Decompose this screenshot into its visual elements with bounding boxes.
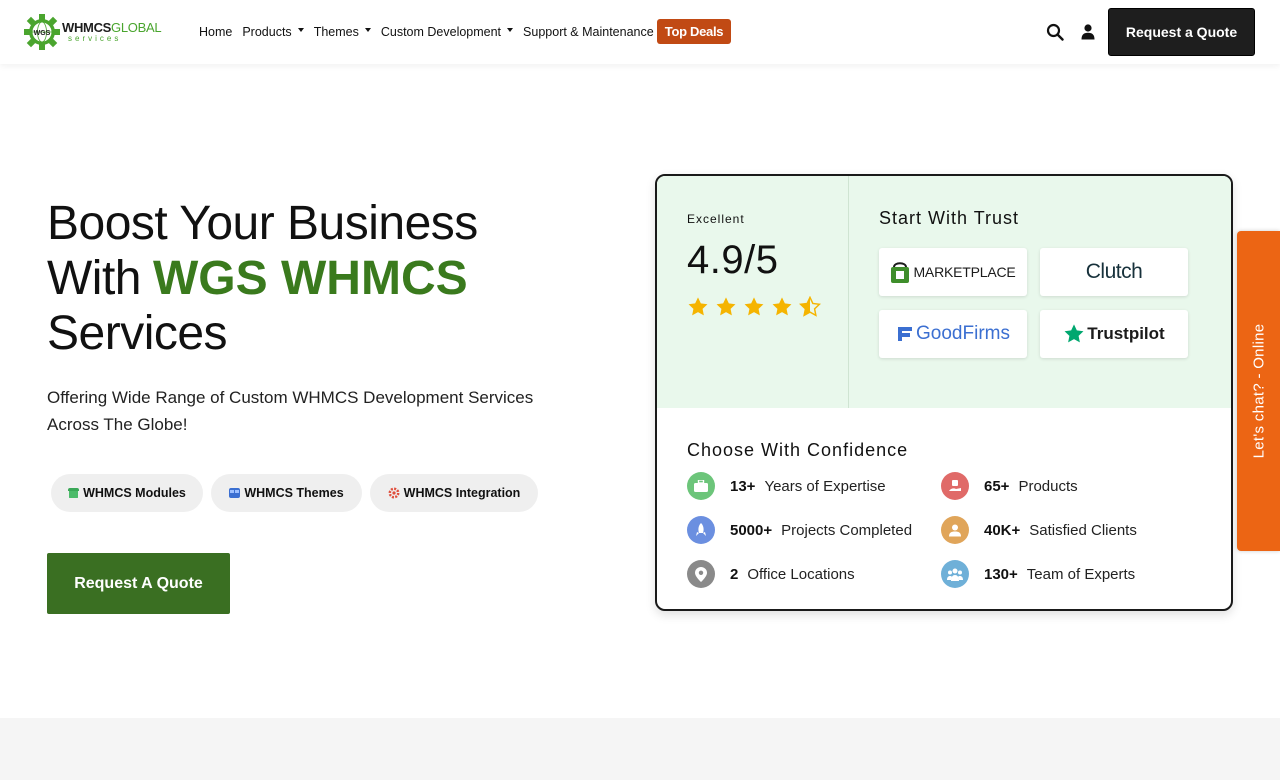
stat-office-locations: 2 Office Locations (687, 560, 855, 588)
hero-subtitle-line1: Offering Wide Range of Custom WHMCS Deve… (47, 388, 534, 407)
logo-brand-accent: GLOBAL (111, 20, 162, 35)
stat-label: Satisfied Clients (1029, 521, 1137, 539)
chevron-down-icon (297, 28, 304, 32)
badge-marketplace[interactable]: MARKETPLACE (879, 248, 1027, 296)
hero-title: Boost Your Business With WGS WHMCS Servic… (47, 196, 478, 361)
pill-whmcs-modules-label: WHMCS Modules (83, 486, 186, 500)
hero-title-accent: WGS WHMCS (153, 252, 468, 305)
hero-title-line1: Boost Your Business (47, 197, 478, 250)
stat-team-experts: 130+ Team of Experts (941, 560, 1135, 588)
site-header: WGS WHMCSGLOBAL services Home Products T… (0, 0, 1280, 64)
nav-products-label: Products (242, 25, 292, 39)
badge-goodfirms[interactable]: GoodFirms (879, 310, 1027, 358)
briefcase-icon (687, 472, 715, 500)
rating-label: Excellent (687, 212, 745, 226)
badge-clutch-label: Clutch (1085, 260, 1143, 283)
stat-projects-completed: 5000+ Projects Completed (687, 516, 912, 544)
live-chat-tab[interactable]: Let's chat? - Online (1237, 231, 1280, 551)
stat-num: 2 (730, 565, 739, 583)
trust-card-divider (848, 176, 849, 408)
main-nav: Home Products Themes Custom Development … (199, 22, 664, 42)
team-icon (941, 560, 969, 588)
nav-home-label: Home (199, 25, 233, 39)
rocket-icon (687, 516, 715, 544)
stat-num: 40K+ (984, 521, 1021, 539)
stat-label: Team of Experts (1026, 565, 1136, 583)
badge-marketplace-label: MARKETPLACE (913, 264, 1016, 280)
pill-whmcs-themes-label: WHMCS Themes (244, 486, 344, 500)
nav-themes[interactable]: Themes (314, 22, 371, 42)
pill-whmcs-integration[interactable]: WHMCS Integration (370, 474, 538, 512)
nav-home[interactable]: Home (199, 22, 232, 42)
hero-title-line2-prefix: With (47, 252, 142, 305)
star-icon (688, 297, 708, 316)
nav-support-maintenance[interactable]: Support & Maintenance (523, 22, 654, 42)
nav-custom-development[interactable]: Custom Development (380, 22, 514, 42)
user-icon[interactable] (1081, 24, 1095, 40)
logo-gear-text: WGS (34, 30, 51, 37)
request-quote-hero-button[interactable]: Request A Quote (47, 553, 230, 614)
pill-whmcs-integration-label: WHMCS Integration (403, 486, 521, 500)
pill-whmcs-modules[interactable]: WHMCS Modules (51, 474, 203, 512)
star-icon (744, 297, 764, 316)
star-half-icon (799, 296, 821, 317)
star-icon (772, 297, 792, 316)
star-icon (716, 297, 736, 316)
stat-num: 5000+ (730, 521, 773, 539)
choose-with-confidence-title: Choose With Confidence (687, 440, 909, 460)
stat-num: 130+ (984, 565, 1018, 583)
hand-product-icon (941, 472, 969, 500)
hero-subtitle: Offering Wide Range of Custom WHMCS Deve… (47, 384, 587, 438)
trustpilot-star-icon (1064, 324, 1084, 343)
theme-icon (229, 488, 241, 498)
badge-trustpilot-label: Trustpilot (1087, 324, 1165, 343)
stat-satisfied-clients: 40K+ Satisfied Clients (941, 516, 1137, 544)
start-with-trust-title: Start With Trust (879, 208, 1020, 228)
location-pin-icon (687, 560, 715, 588)
trust-card: Excellent 4.9/5 Start With Trust MARKETP… (655, 174, 1233, 611)
rating-score: 4.9/5 (687, 238, 779, 282)
integration-icon (388, 487, 400, 499)
request-quote-header-button[interactable]: Request a Quote (1108, 8, 1255, 56)
badge-clutch[interactable]: Clutch (1040, 248, 1188, 296)
module-icon (68, 488, 80, 498)
site-logo[interactable]: WGS WHMCSGLOBAL services (24, 10, 164, 54)
badge-goodfirms-label: GoodFirms (916, 323, 1010, 344)
nav-custom-development-label: Custom Development (380, 25, 502, 39)
stat-num: 65+ (984, 477, 1010, 495)
live-chat-label: Let's chat? - Online (1250, 323, 1267, 459)
stat-label: Products (1018, 477, 1078, 495)
stat-label: Projects Completed (781, 521, 913, 539)
logo-brand: WHMCS (62, 20, 112, 35)
gear-globe-logo-icon: WGS (24, 14, 60, 50)
nav-support-label: Support & Maintenance (523, 25, 654, 39)
hero-subtitle-line2: Across The Globe! (47, 415, 188, 434)
chevron-down-icon (364, 28, 371, 32)
stat-num: 13+ (730, 477, 756, 495)
nav-products[interactable]: Products (242, 22, 304, 42)
hero-title-line3: Services (47, 307, 228, 360)
rating-stars (687, 296, 821, 318)
client-icon (941, 516, 969, 544)
logo-wordmark: WHMCSGLOBAL services (62, 20, 162, 43)
search-icon[interactable] (1046, 23, 1064, 41)
stat-label: Years of Expertise (764, 477, 886, 495)
pill-whmcs-themes[interactable]: WHMCS Themes (211, 474, 362, 512)
stat-label: Office Locations (747, 565, 855, 583)
stat-years-expertise: 13+ Years of Expertise (687, 472, 886, 500)
badge-trustpilot[interactable]: Trustpilot (1040, 310, 1188, 358)
goodfirms-logo (898, 327, 913, 341)
chevron-down-icon (507, 28, 514, 32)
next-section-band (0, 718, 1280, 780)
marketplace-bag-icon (891, 262, 910, 283)
nav-themes-label: Themes (313, 25, 359, 39)
logo-tagline: services (68, 34, 122, 43)
top-deals-button[interactable]: Top Deals (657, 19, 731, 44)
stat-products: 65+ Products (941, 472, 1078, 500)
